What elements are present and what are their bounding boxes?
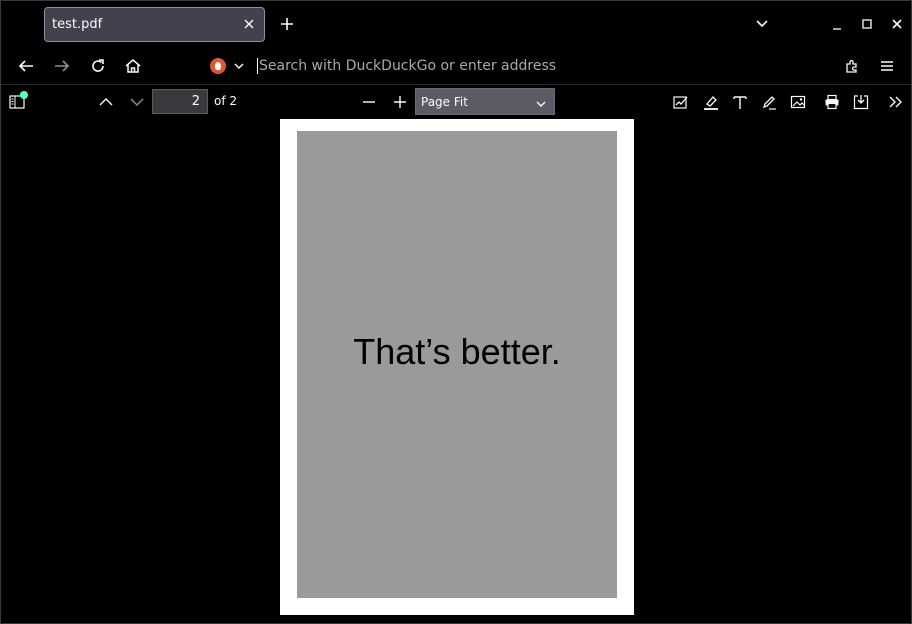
url-bar[interactable]: Search with DuckDuckGo or enter address: [201, 51, 821, 81]
text-icon[interactable]: [731, 93, 749, 111]
browser-window: test.pdf Search with DuckDuckGo or enter…: [0, 0, 912, 624]
pdf-page: That’s better.: [280, 119, 634, 615]
page-count-label: of 2: [214, 94, 238, 108]
minimize-icon[interactable]: [829, 17, 845, 33]
hamburger-menu-icon[interactable]: [878, 57, 896, 75]
new-tab-icon[interactable]: [278, 15, 296, 33]
address-input[interactable]: Search with DuckDuckGo or enter address: [257, 58, 556, 74]
close-tab-icon[interactable]: [242, 17, 256, 31]
pdf-viewer[interactable]: That’s better.: [1, 118, 911, 623]
previous-page-icon[interactable]: [97, 94, 115, 110]
tab-strip: test.pdf: [1, 1, 911, 47]
print-icon[interactable]: [823, 93, 841, 111]
highlight-icon[interactable]: [702, 93, 720, 111]
page-text: That’s better.: [353, 331, 561, 372]
tools-overflow-icon[interactable]: [887, 93, 905, 111]
page-content-area: That’s better.: [297, 131, 617, 598]
page-number-input[interactable]: 2: [152, 89, 208, 114]
home-icon[interactable]: [123, 57, 143, 75]
chevron-down-icon[interactable]: [232, 59, 246, 73]
next-page-icon[interactable]: [128, 94, 146, 110]
tab-test-pdf[interactable]: test.pdf: [44, 7, 265, 42]
save-download-icon[interactable]: [852, 93, 870, 111]
navigation-toolbar: Search with DuckDuckGo or enter address: [1, 47, 911, 85]
pdf-toolbar: 2 of 2 Page Fit: [1, 86, 911, 118]
zoom-value: Page Fit: [421, 95, 468, 109]
zoom-select[interactable]: Page Fit: [415, 88, 555, 115]
signature-icon[interactable]: [672, 93, 690, 111]
back-icon[interactable]: [16, 57, 36, 75]
close-window-icon[interactable]: [889, 16, 905, 32]
zoom-in-icon[interactable]: [391, 94, 409, 110]
list-all-tabs-icon[interactable]: [753, 15, 771, 33]
duckduckgo-icon[interactable]: [210, 58, 226, 74]
extensions-icon[interactable]: [843, 57, 861, 75]
maximize-icon[interactable]: [859, 16, 875, 32]
notification-dot: [20, 91, 28, 99]
reload-icon[interactable]: [88, 57, 108, 75]
chevron-down-icon: [536, 97, 546, 111]
draw-icon[interactable]: [760, 93, 778, 111]
tab-title: test.pdf: [52, 17, 103, 32]
zoom-out-icon[interactable]: [360, 94, 378, 110]
forward-icon[interactable]: [52, 57, 72, 75]
image-icon[interactable]: [789, 93, 807, 111]
